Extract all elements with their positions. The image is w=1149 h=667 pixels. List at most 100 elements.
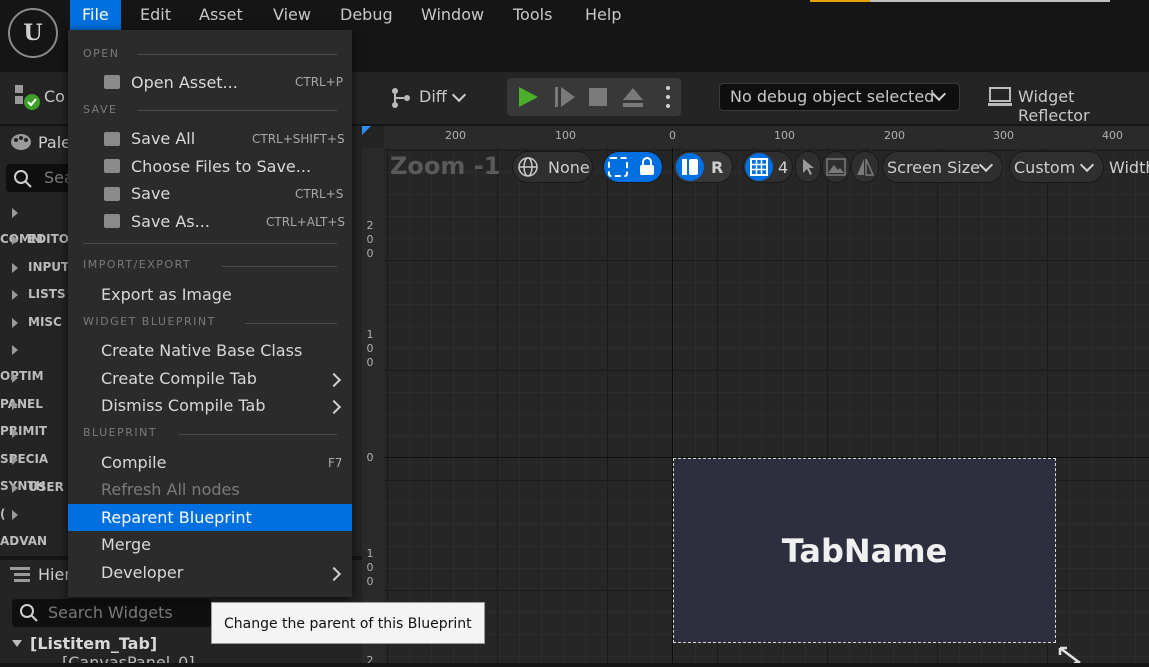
globe-icon <box>518 157 538 181</box>
menu-item-compile[interactable]: Compile <box>101 453 166 472</box>
ruler-tick: 0 <box>366 451 374 464</box>
resize-handle-icon[interactable] <box>1058 646 1082 667</box>
menu-tools[interactable]: Tools <box>501 0 564 30</box>
ruler-tick: 100 <box>555 129 576 142</box>
diff-button[interactable]: Diff <box>419 87 447 106</box>
title-strip-accent <box>810 0 870 2</box>
expand-arrow-icon <box>12 399 18 410</box>
palette-category[interactable]: ADVAN <box>0 501 70 548</box>
diff-icon[interactable] <box>388 86 414 110</box>
step-icon[interactable] <box>554 86 576 112</box>
palette-category-label: LISTS <box>28 287 66 301</box>
widget-tab-name-text: TabName <box>781 532 948 570</box>
localization-label: None <box>548 158 590 177</box>
select-region-icon[interactable] <box>608 157 628 177</box>
menu-window[interactable]: Window <box>409 0 496 30</box>
ruler-tick: 200 <box>884 129 905 142</box>
menu-item-developer[interactable]: Developer <box>101 563 183 582</box>
menu-item-create-native[interactable]: Create Native Base Class <box>101 341 302 360</box>
flip-icon <box>856 158 875 180</box>
menu-section-widget-blueprint: WIDGET BLUEPRINT <box>83 315 216 328</box>
collapse-arrow-icon[interactable] <box>12 640 22 647</box>
menu-divider <box>83 243 337 244</box>
lock-icon[interactable] <box>639 156 655 180</box>
hierarchy-child-item[interactable]: [CanvasPanel_0] <box>62 654 195 663</box>
stop-icon[interactable] <box>589 88 607 106</box>
palette-category[interactable]: PRIMIT <box>0 391 70 438</box>
search-icon <box>19 603 39 627</box>
menu-asset[interactable]: Asset <box>187 0 255 30</box>
palette-category[interactable]: SYNTH <box>0 446 70 493</box>
expand-arrow-icon <box>12 234 18 245</box>
ruler-tick: 200 <box>366 219 374 260</box>
ruler-tick: 100 <box>366 547 374 588</box>
palette-category-label: INPUT <box>28 260 70 274</box>
menu-file[interactable]: File <box>70 0 121 30</box>
palette-category[interactable]: SPECIA <box>0 419 70 466</box>
menu-item-open-asset[interactable]: Open Asset... <box>131 73 238 92</box>
menu-item-export-image[interactable]: Export as Image <box>101 285 232 304</box>
menu-item-save[interactable]: Save <box>131 184 170 203</box>
tooltip: Change the parent of this Blueprint <box>211 602 485 644</box>
grid-snap-value[interactable]: 4 <box>778 158 788 177</box>
ruler-top <box>384 126 1149 149</box>
shortcut-compile: F7 <box>328 456 343 470</box>
eject-icon[interactable] <box>622 86 644 112</box>
compile-icon[interactable] <box>14 84 40 110</box>
widget-reflector-button[interactable]: Widget Reflector <box>1018 87 1149 125</box>
ruler-tick: 200 <box>445 129 466 142</box>
menu-item-merge[interactable]: Merge <box>101 535 151 554</box>
palette-icon <box>10 133 32 155</box>
open-asset-icon <box>104 75 120 89</box>
menu-item-choose-files[interactable]: Choose Files to Save... <box>131 157 311 176</box>
palette-title: Pale <box>38 133 72 152</box>
palette-category[interactable]: LISTS <box>0 281 70 308</box>
menu-view[interactable]: View <box>261 0 323 30</box>
menu-item-dismiss-compile-tab[interactable]: Dismiss Compile Tab <box>101 396 266 415</box>
compile-button-label[interactable]: Co <box>44 87 65 106</box>
expand-arrow-icon <box>12 289 18 300</box>
respect-locks-button[interactable]: R <box>711 158 723 177</box>
menu-item-save-all[interactable]: Save All <box>131 129 195 148</box>
ruler-tick: 400 <box>1102 129 1123 142</box>
hierarchy-root-item[interactable]: [Listitem_Tab] <box>30 634 157 653</box>
hierarchy-search-placeholder: Search Widgets <box>48 603 173 622</box>
menu-item-reparent-blueprint[interactable]: Reparent Blueprint <box>101 508 252 527</box>
menu-item-save-as[interactable]: Save As... <box>131 212 210 231</box>
palette-category[interactable]: MISC <box>0 309 70 336</box>
menu-divider <box>137 110 337 111</box>
menu-edit[interactable]: Edit <box>128 0 183 30</box>
palette-category[interactable]: USER ( <box>0 474 70 521</box>
ruler-tick: 2 <box>366 654 374 663</box>
play-icon[interactable] <box>517 86 539 112</box>
palette-category-label: EDITO <box>28 232 70 246</box>
palette-category[interactable]: EDITO <box>0 226 70 253</box>
monitor-icon[interactable] <box>988 87 1012 111</box>
hierarchy-icon <box>10 566 30 586</box>
shortcut-save: CTRL+S <box>295 187 344 201</box>
menu-debug[interactable]: Debug <box>328 0 405 30</box>
zoom-level: Zoom -1 <box>390 152 501 180</box>
palette-category[interactable]: OPTIM <box>0 336 70 383</box>
expand-arrow-icon <box>12 372 18 383</box>
image-icon <box>826 158 846 180</box>
menu-section-import-export: IMPORT/EXPORT <box>83 258 192 271</box>
palette-category[interactable]: INPUT <box>0 254 70 281</box>
menu-item-create-compile-tab[interactable]: Create Compile Tab <box>101 369 257 388</box>
menu-help[interactable]: Help <box>573 0 633 30</box>
palette-category[interactable]: COMM <box>0 199 70 246</box>
search-icon <box>13 169 33 193</box>
unreal-logo-icon[interactable]: U <box>8 8 58 58</box>
palette-category-label: MISC <box>28 315 62 329</box>
menu-divider <box>222 266 337 267</box>
cursor-icon <box>802 158 814 180</box>
grid-icon <box>750 158 768 180</box>
menu-divider <box>179 434 337 435</box>
more-options-icon[interactable] <box>666 85 670 113</box>
menu-item-refresh-nodes[interactable]: Refresh All nodes <box>101 480 240 499</box>
ruler-tick: 100 <box>774 129 795 142</box>
ruler-tick: 100 <box>366 328 374 369</box>
palette-category[interactable]: PANEL <box>0 364 70 411</box>
expand-arrow-icon <box>12 317 18 328</box>
save-as-icon <box>104 214 120 228</box>
